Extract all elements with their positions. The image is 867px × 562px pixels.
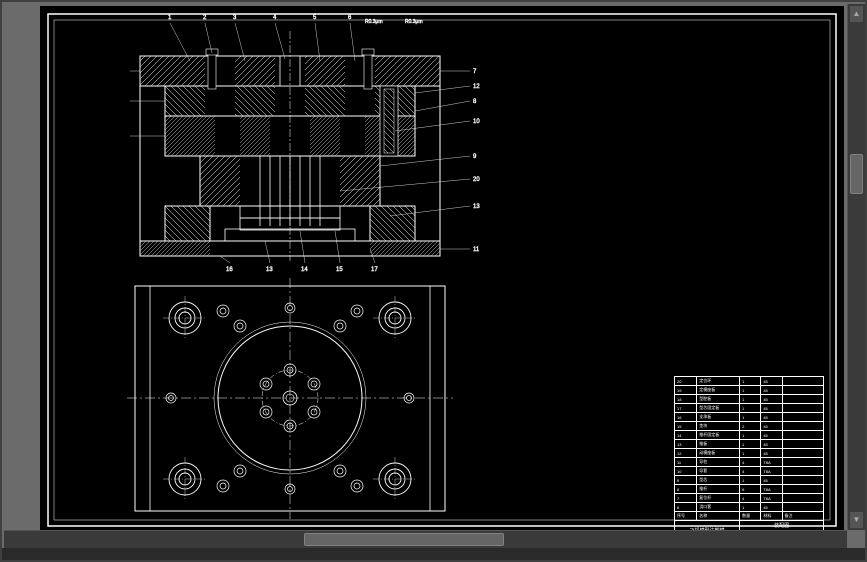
cad-canvas[interactable]: 1 2 3 4 5 6 R0.3μm R0.3μm 7 12 8 10 9 bbox=[40, 6, 844, 534]
parts-row: 8推杆6T8A bbox=[675, 485, 824, 494]
surface-mark-1: R0.3μm bbox=[365, 19, 383, 25]
surface-mark-2: R0.3μm bbox=[405, 19, 423, 25]
callout-r6: 20 bbox=[473, 177, 480, 183]
callout-r2: 12 bbox=[473, 84, 480, 90]
scroll-up-arrow[interactable]: ▲ bbox=[850, 6, 863, 22]
parts-row: 9型芯145 bbox=[675, 476, 824, 485]
callout-b1: 16 bbox=[226, 267, 233, 273]
callout-r1: 7 bbox=[473, 69, 477, 75]
callout-r4: 10 bbox=[473, 119, 480, 125]
scroll-down-arrow[interactable]: ▼ bbox=[850, 512, 863, 528]
scroll-thumb-v[interactable] bbox=[850, 154, 863, 194]
callout-b4: 15 bbox=[336, 267, 343, 273]
callout-r8: 11 bbox=[473, 247, 480, 253]
callout-r3: 8 bbox=[473, 99, 477, 105]
parts-row: 17型芯固定板145 bbox=[675, 404, 824, 413]
scroll-thumb-h[interactable] bbox=[304, 533, 504, 546]
parts-row: 6浇口套145 bbox=[675, 503, 824, 512]
drawing-name: 装配图 bbox=[740, 521, 824, 531]
parts-row: 19定模座板145 bbox=[675, 386, 824, 395]
callout-b2: 13 bbox=[266, 267, 273, 273]
plan-view bbox=[127, 278, 453, 519]
horizontal-scrollbar[interactable] bbox=[4, 530, 847, 548]
parts-row: 10导套4T8A bbox=[675, 467, 824, 476]
parts-row: 13推板145 bbox=[675, 440, 824, 449]
callout-r5: 9 bbox=[473, 154, 477, 160]
parts-row: 7复位杆4T8A bbox=[675, 494, 824, 503]
parts-row: 11导柱4T8A bbox=[675, 458, 824, 467]
title-block: 20定位环145 19定模座板145 18型腔板145 17型芯固定板145 1… bbox=[674, 376, 824, 516]
parts-row: 15垫块245 bbox=[675, 422, 824, 431]
callout-r7: 13 bbox=[473, 204, 480, 210]
section-view: 1 2 3 4 5 6 R0.3μm R0.3μm 7 12 8 10 9 bbox=[130, 15, 480, 273]
callout-b3: 14 bbox=[301, 267, 308, 273]
app-window: 1 2 3 4 5 6 R0.3μm R0.3μm 7 12 8 10 9 bbox=[0, 0, 867, 562]
parts-row: 14推杆固定板145 bbox=[675, 431, 824, 440]
parts-header: 序号 名称 数量 材料 备注 bbox=[675, 512, 824, 521]
parts-row: 16支承板145 bbox=[675, 413, 824, 422]
callout-b5: 17 bbox=[371, 267, 378, 273]
vertical-scrollbar[interactable]: ▲ ▼ bbox=[847, 4, 865, 530]
status-strip bbox=[2, 548, 865, 560]
parts-row: 20定位环145 bbox=[675, 377, 824, 386]
title-row: 飞机模型注塑模 装配图 bbox=[675, 521, 824, 531]
parts-row: 18型腔板145 bbox=[675, 395, 824, 404]
parts-row: 12动模座板145 bbox=[675, 449, 824, 458]
